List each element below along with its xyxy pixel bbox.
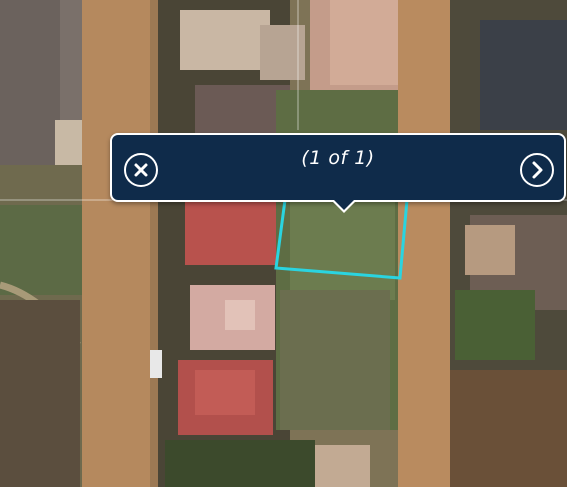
shed-bottom bbox=[315, 445, 370, 487]
house-roof-red-1 bbox=[185, 200, 280, 265]
grass-plot-lower bbox=[280, 290, 390, 430]
next-feature-button[interactable] bbox=[520, 153, 554, 187]
house-roof-pink-inner bbox=[225, 300, 255, 330]
feature-popup: (1 of 1) bbox=[110, 133, 566, 213]
house-roof-top bbox=[180, 10, 270, 70]
left-road bbox=[82, 0, 154, 487]
left-grass-lot bbox=[0, 205, 85, 295]
right-road bbox=[398, 0, 450, 487]
chevron-right-icon bbox=[532, 161, 543, 179]
house-roof-right-dark bbox=[480, 20, 567, 130]
right-garden bbox=[455, 290, 535, 360]
house-roof-dark bbox=[195, 85, 290, 140]
popup-pointer-inner bbox=[333, 199, 355, 210]
grass-plot-light bbox=[290, 200, 395, 300]
satellite-map[interactable] bbox=[0, 0, 567, 487]
house-roof-right-mid-2 bbox=[465, 225, 515, 275]
right-lower-plot bbox=[450, 370, 567, 487]
parked-car bbox=[150, 350, 162, 378]
trees-bottom-center bbox=[165, 440, 315, 487]
house-roof-red-2-ridge bbox=[195, 370, 255, 415]
popup-feature-counter: (1 of 1) bbox=[301, 147, 375, 169]
left-dark-lot bbox=[0, 300, 80, 487]
